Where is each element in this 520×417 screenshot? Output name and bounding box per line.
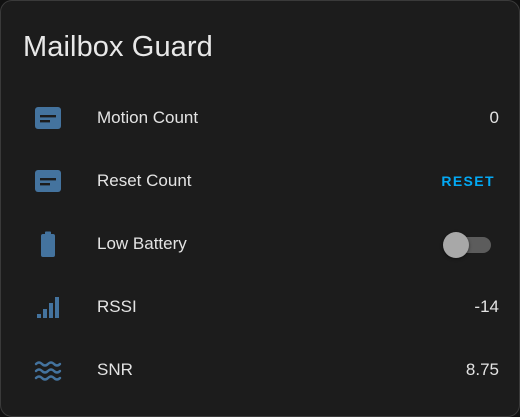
battery-icon <box>34 231 62 257</box>
entity-name: RSSI <box>97 297 137 316</box>
signal-bars-icon <box>34 294 62 320</box>
reset-button[interactable]: RESET <box>441 171 495 191</box>
entities-card: Mailbox Guard Motion Count 0 Reset Count… <box>0 0 520 417</box>
entity-value: 0 <box>489 108 499 127</box>
waves-icon <box>34 357 62 383</box>
entity-row-snr[interactable]: SNR 8.75 <box>1 348 519 392</box>
entity-name: Motion Count <box>97 108 199 127</box>
counter-box-icon <box>34 168 62 194</box>
entity-name: Low Battery <box>97 234 187 253</box>
low-battery-toggle[interactable] <box>443 232 493 258</box>
entity-name: Reset Count <box>97 171 192 190</box>
entity-value: -14 <box>474 297 499 316</box>
entity-row-motion-count[interactable]: Motion Count 0 <box>1 96 519 140</box>
entity-row-low-battery[interactable]: Low Battery <box>1 222 519 266</box>
counter-box-icon <box>34 105 62 131</box>
entity-row-reset-count[interactable]: Reset Count RESET <box>1 159 519 203</box>
entity-name: SNR <box>97 360 133 379</box>
entity-value: 8.75 <box>465 360 499 379</box>
toggle-thumb <box>443 232 469 258</box>
card-title: Mailbox Guard <box>23 31 213 63</box>
entity-row-rssi[interactable]: RSSI -14 <box>1 285 519 329</box>
